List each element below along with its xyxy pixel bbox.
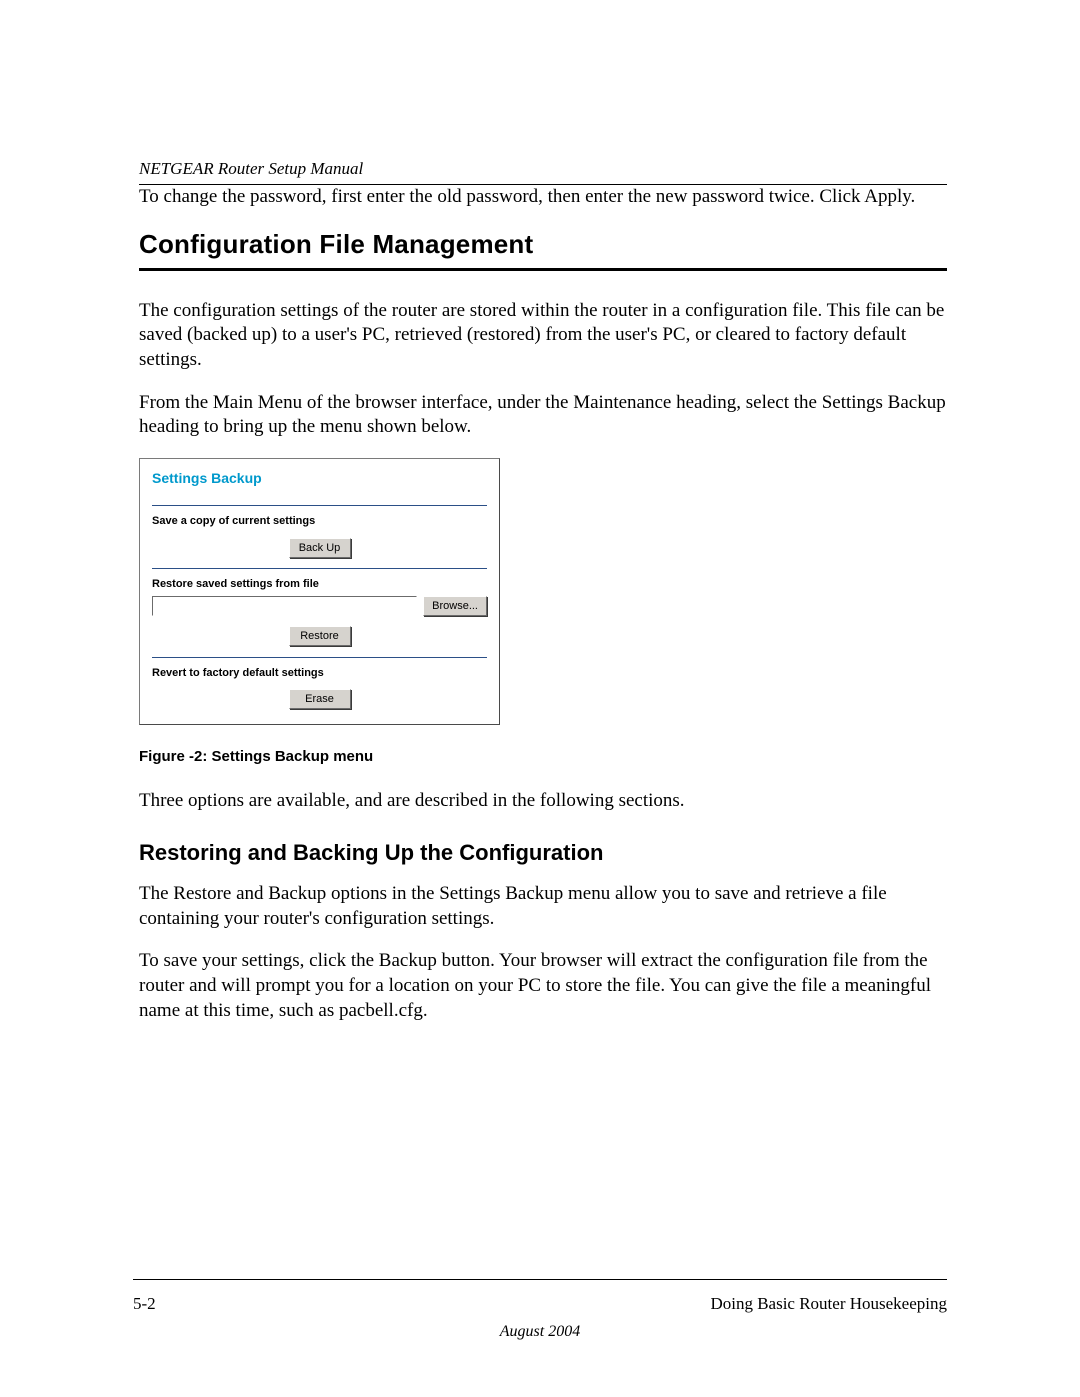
footer-rule (133, 1279, 947, 1280)
restore-button[interactable]: Restore (289, 626, 351, 646)
save-label: Save a copy of current settings (152, 514, 487, 528)
restore-file-input[interactable] (152, 596, 417, 616)
browse-button[interactable]: Browse... (423, 596, 487, 616)
revert-label: Revert to factory default settings (152, 666, 487, 680)
page-number: 5-2 (133, 1293, 156, 1315)
subsection-paragraph-1: The Restore and Backup options in the Se… (139, 882, 947, 931)
backup-button[interactable]: Back Up (289, 538, 351, 558)
save-group: Save a copy of current settings Back Up (152, 505, 487, 558)
after-figure-paragraph: Three options are available, and are des… (139, 789, 947, 814)
intro-paragraph: To change the password, first enter the … (139, 185, 947, 210)
section-paragraph-2: From the Main Menu of the browser interf… (139, 391, 947, 440)
chapter-title: Doing Basic Router Housekeeping (710, 1293, 947, 1315)
revert-group: Revert to factory default settings Erase (152, 657, 487, 710)
subsection-title: Restoring and Backing Up the Configurati… (139, 839, 947, 868)
restore-group: Restore saved settings from file Browse.… (152, 568, 487, 647)
subsection-paragraph-2: To save your settings, click the Backup … (139, 949, 947, 1023)
page: NETGEAR Router Setup Manual To change th… (0, 0, 1080, 1397)
section-paragraph-1: The configuration settings of the router… (139, 299, 947, 373)
restore-label: Restore saved settings from file (152, 577, 487, 591)
footer-date: August 2004 (0, 1322, 1080, 1343)
panel-title: Settings Backup (152, 469, 487, 487)
section-title-rule (139, 268, 947, 271)
footer: 5-2 Doing Basic Router Housekeeping (133, 1293, 947, 1315)
settings-backup-screenshot: Settings Backup Save a copy of current s… (139, 458, 500, 725)
erase-button[interactable]: Erase (289, 689, 351, 709)
figure-caption: Figure -2: Settings Backup menu (139, 747, 947, 767)
section-title: Configuration File Management (139, 228, 947, 262)
running-header: NETGEAR Router Setup Manual (139, 158, 947, 180)
